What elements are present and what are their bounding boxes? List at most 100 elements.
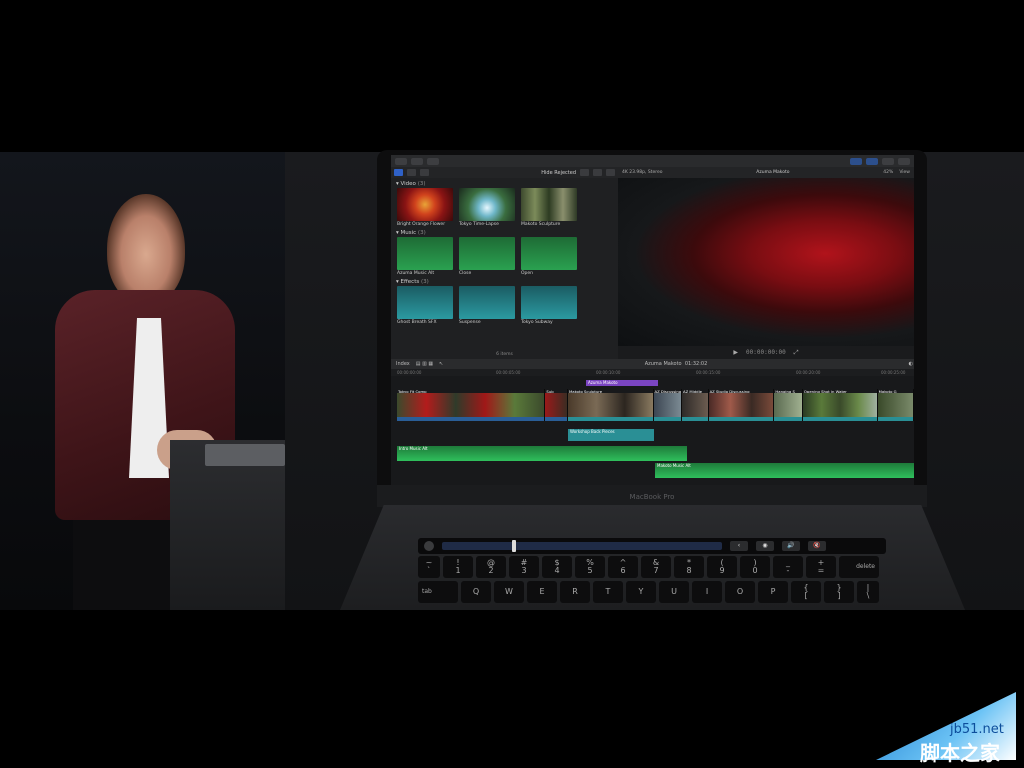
- photos-icon[interactable]: [407, 169, 416, 176]
- key[interactable]: T: [593, 581, 623, 603]
- key[interactable]: % 5: [575, 556, 605, 578]
- clip-thumbnail[interactable]: [521, 237, 577, 270]
- key[interactable]: {[: [791, 581, 821, 603]
- layout-inspector-icon[interactable]: [882, 157, 894, 165]
- clip-name: Tokyo Time-Lapse: [459, 222, 499, 227]
- share-icon[interactable]: [898, 157, 910, 165]
- clip-item[interactable]: Bright Orange Flower: [397, 188, 453, 227]
- clip-item[interactable]: Tokyo Subway: [521, 286, 577, 325]
- section-video-header[interactable]: ▾ Video (3): [391, 178, 618, 188]
- key[interactable]: R: [560, 581, 590, 603]
- key[interactable]: O: [725, 581, 755, 603]
- import-icon[interactable]: [395, 157, 407, 165]
- clip-thumbnail[interactable]: [521, 286, 577, 319]
- keyboard: ~ ` ! 1 @2 #3 $4 % 5 ^ 6 & 7 * 8 (9 ) 0 _ - + = d…: [418, 556, 900, 610]
- clip-item[interactable]: Azuma Music Alt: [397, 237, 453, 276]
- key[interactable]: ^ 6: [608, 556, 638, 578]
- timeline-clip[interactable]: Tokyo Fit Comp: [397, 389, 546, 421]
- clip-thumbnail[interactable]: [397, 286, 453, 319]
- section-music-count: (3): [417, 230, 426, 236]
- touchbar-volume-button[interactable]: 🔊: [782, 541, 800, 551]
- clip-item[interactable]: Close: [459, 237, 515, 276]
- timeline-clip[interactable]: AZ Studio Discussing: [708, 389, 775, 421]
- key[interactable]: ! 1: [443, 556, 473, 578]
- viewer-zoom[interactable]: 42%: [883, 170, 893, 175]
- clip-appearance-icon[interactable]: [580, 169, 589, 176]
- key[interactable]: E: [527, 581, 557, 603]
- section-music-header[interactable]: ▾ Music (3): [391, 227, 618, 237]
- browser-settings-icon[interactable]: [593, 169, 602, 176]
- titles-icon[interactable]: [420, 169, 429, 176]
- key[interactable]: ~ `: [418, 556, 440, 578]
- key[interactable]: Q: [461, 581, 491, 603]
- timeline-clip[interactable]: Hanging S: [774, 389, 803, 421]
- section-effects-header[interactable]: ▾ Effects (3): [391, 276, 618, 286]
- clip-thumbnail[interactable]: [397, 237, 453, 270]
- hide-rejected-filter[interactable]: Hide Rejected: [541, 170, 576, 176]
- touchbar-timeline-scrubber[interactable]: [442, 540, 722, 552]
- edit-tools-icon[interactable]: ▤ ▥ ▦: [416, 361, 433, 367]
- timeline-clip[interactable]: Makoto G: [877, 389, 914, 421]
- clip-thumbnail[interactable]: [459, 286, 515, 319]
- play-icon[interactable]: ▶: [733, 349, 738, 356]
- clip-thumbnail[interactable]: [521, 188, 577, 221]
- timeline-clip[interactable]: AZ Middle: [682, 389, 709, 421]
- key[interactable]: I: [692, 581, 722, 603]
- clip-item[interactable]: Open: [521, 237, 577, 276]
- viewer-format: 4K 23.98p, Stereo: [622, 170, 663, 175]
- clip-name: Bright Orange Flower: [397, 222, 446, 227]
- analyze-icon[interactable]: [427, 157, 439, 165]
- clip-thumbnail[interactable]: [459, 237, 515, 270]
- clip-item[interactable]: Ghost Breath SFX: [397, 286, 453, 325]
- timeline-clip[interactable]: AZ Discussing: [653, 389, 683, 421]
- key[interactable]: ) 0: [740, 556, 770, 578]
- layout-timeline-icon[interactable]: [866, 157, 878, 165]
- section-effects-title: Effects: [400, 279, 420, 285]
- clip-audio: [397, 417, 545, 421]
- key[interactable]: U: [659, 581, 689, 603]
- touchbar-mute-button[interactable]: 🔇: [808, 541, 826, 551]
- key[interactable]: + =: [806, 556, 836, 578]
- audio-meter-icon[interactable]: ◐ ◑: [909, 361, 914, 367]
- timeline-clip[interactable]: Makoto Sculpture: [568, 389, 654, 421]
- layout-browser-icon[interactable]: [850, 157, 862, 165]
- timeline-clip[interactable]: Opening Shot in Water: [802, 389, 878, 421]
- key[interactable]: }]: [824, 581, 854, 603]
- clip-item[interactable]: Suspense: [459, 286, 515, 325]
- clip-thumbnail[interactable]: [397, 188, 453, 221]
- search-icon[interactable]: [606, 169, 615, 176]
- key[interactable]: & 7: [641, 556, 671, 578]
- libraries-icon[interactable]: [394, 169, 403, 176]
- section-music-title: Music: [400, 230, 417, 236]
- key[interactable]: | \: [857, 581, 879, 603]
- clip-item[interactable]: Tokyo Time-Lapse: [459, 188, 515, 227]
- music-clip[interactable]: Intro Music Alt: [397, 446, 687, 461]
- clip-item[interactable]: Makoto Sculpture: [521, 188, 577, 227]
- timeline[interactable]: Azuma Makoto Tokyo Fit Comp Sub Makoto S…: [391, 376, 914, 485]
- key[interactable]: _ -: [773, 556, 803, 578]
- timeline-clip[interactable]: Sub: [545, 389, 568, 421]
- key[interactable]: (9: [707, 556, 737, 578]
- key[interactable]: W: [494, 581, 524, 603]
- viewer-view-menu[interactable]: View: [899, 170, 910, 175]
- key[interactable]: #3: [509, 556, 539, 578]
- tab-key[interactable]: tab: [418, 581, 458, 603]
- key[interactable]: Y: [626, 581, 656, 603]
- index-button[interactable]: Index: [396, 361, 410, 367]
- music-clip[interactable]: Makoto Music Alt: [655, 463, 914, 478]
- ruler-tick: 00:00:05:00: [496, 370, 521, 375]
- connected-title-clip[interactable]: Azuma Makoto: [586, 380, 658, 386]
- broll-clip[interactable]: Workshop Back Pieces: [568, 429, 654, 441]
- touchbar-back-button[interactable]: ‹: [730, 541, 748, 551]
- touchbar-brightness-button[interactable]: ◉: [756, 541, 774, 551]
- arrow-tool-icon[interactable]: ↖: [439, 361, 443, 367]
- close-icon[interactable]: [424, 541, 434, 551]
- key[interactable]: @2: [476, 556, 506, 578]
- key[interactable]: P: [758, 581, 788, 603]
- key[interactable]: * 8: [674, 556, 704, 578]
- delete-key[interactable]: delete: [839, 556, 879, 578]
- fullscreen-icon[interactable]: ⤢: [794, 349, 799, 357]
- key[interactable]: $4: [542, 556, 572, 578]
- clip-thumbnail[interactable]: [459, 188, 515, 221]
- keyword-icon[interactable]: [411, 157, 423, 165]
